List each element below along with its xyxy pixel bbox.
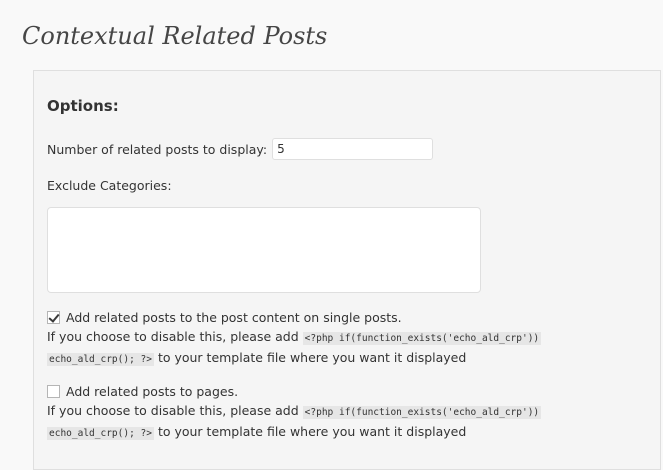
related-count-label: Number of related posts to display:	[47, 141, 268, 157]
add-to-pages-option: Add related posts to pages. If you choos…	[47, 382, 647, 443]
add-to-posts-option: Add related posts to the post content on…	[47, 308, 647, 369]
add-to-pages-code-part2: echo_ald_crp(); ?>	[47, 427, 154, 440]
exclude-categories-label: Exclude Categories:	[47, 178, 172, 193]
add-to-pages-label[interactable]: Add related posts to pages.	[66, 382, 238, 401]
add-to-posts-desc-before: If you choose to disable this, please ad…	[47, 329, 299, 344]
add-to-pages-desc-after: to your template file where you want it …	[157, 424, 467, 439]
add-to-posts-label[interactable]: Add related posts to the post content on…	[66, 308, 402, 327]
add-to-posts-code-part1: <?php if(function_exists('echo_ald_crp')…	[302, 332, 542, 345]
add-to-posts-checkbox[interactable]	[47, 311, 60, 324]
add-to-posts-code-part2: echo_ald_crp(); ?>	[47, 353, 154, 366]
add-to-posts-description-line1: If you choose to disable this, please ad…	[47, 327, 647, 348]
options-heading: Options:	[47, 97, 119, 115]
add-to-pages-desc-before: If you choose to disable this, please ad…	[47, 403, 299, 418]
add-to-pages-description-line2: echo_ald_crp(); ?> to your template file…	[47, 422, 647, 443]
page-title: Contextual Related Posts	[22, 22, 328, 50]
related-count-input[interactable]	[272, 138, 434, 160]
add-to-posts-description-line2: echo_ald_crp(); ?> to your template file…	[47, 348, 647, 369]
add-to-pages-checkbox[interactable]	[47, 385, 60, 398]
add-to-pages-row[interactable]: Add related posts to pages.	[47, 382, 647, 401]
exclude-categories-textarea[interactable]	[47, 207, 481, 293]
related-count-row: Number of related posts to display:	[47, 138, 434, 160]
add-to-pages-description-line1: If you choose to disable this, please ad…	[47, 401, 647, 422]
add-to-posts-desc-after: to your template file where you want it …	[157, 350, 467, 365]
options-panel: Options: Number of related posts to disp…	[33, 70, 661, 470]
add-to-posts-row[interactable]: Add related posts to the post content on…	[47, 308, 647, 327]
add-to-pages-code-part1: <?php if(function_exists('echo_ald_crp')…	[302, 406, 542, 419]
